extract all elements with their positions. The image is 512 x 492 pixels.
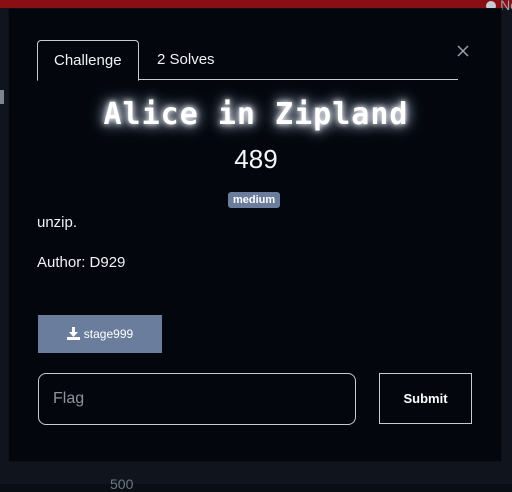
submit-button[interactable]: Submit xyxy=(379,373,472,424)
background-points-text: 500 xyxy=(110,476,134,492)
tab-challenge[interactable]: Challenge xyxy=(37,40,139,81)
download-icon xyxy=(66,327,80,340)
challenge-points: 489 xyxy=(234,144,278,174)
challenge-description: unzip. xyxy=(37,214,78,231)
tab-solves[interactable]: 2 Solves xyxy=(141,40,231,81)
download-file-button[interactable]: stage999 xyxy=(38,315,162,353)
difficulty-badge: medium xyxy=(228,192,281,208)
challenge-title: Alice in Zipland xyxy=(103,97,409,132)
background-text-fragment xyxy=(0,90,4,104)
flag-input[interactable] xyxy=(38,373,356,425)
download-file-label: stage999 xyxy=(83,327,134,341)
challenge-author: Author: D929 xyxy=(37,254,126,271)
challenge-modal: Challenge 2 Solves Alice in Zipland 489 … xyxy=(8,8,502,462)
modal-tabs: Challenge 2 Solves xyxy=(37,40,458,81)
navbar-strip xyxy=(0,0,512,8)
